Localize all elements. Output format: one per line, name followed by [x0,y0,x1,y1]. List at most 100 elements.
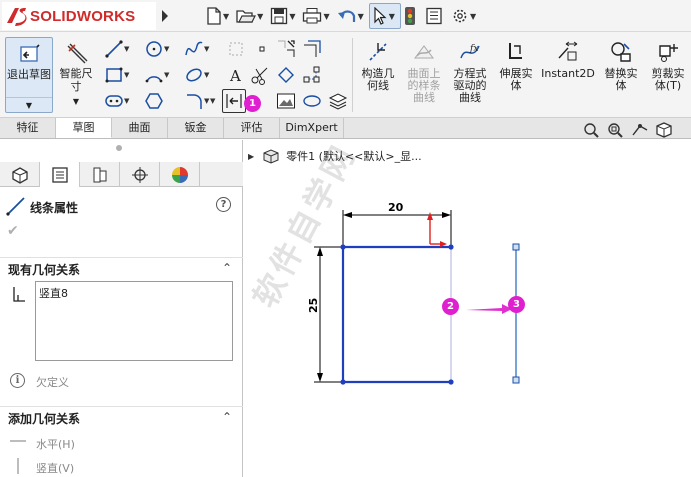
print-button[interactable]: ▼ [300,3,334,29]
tab-dimxpert-manager[interactable] [120,162,160,187]
display-delete-relations-tool[interactable] [222,89,246,113]
chevron-down-icon[interactable]: ▼ [204,71,209,79]
add-relations-header[interactable]: 添加几何关系 ⌃ [0,406,243,428]
add-relation-horizontal[interactable]: 水平(H) [36,436,75,452]
ellipse-tool[interactable] [184,65,204,85]
equation-curve-button[interactable]: fx 方程式 驱动的 曲线 [448,38,492,112]
surface-spline-button[interactable]: 曲面上 的样条 曲线 [402,38,446,112]
tab-features[interactable]: 特征 [0,118,56,138]
undo-button[interactable]: ▼ [335,3,369,29]
sketch-point[interactable] [340,379,346,385]
smart-dimension-label: 智能尺寸 [59,67,93,93]
help-icon[interactable]: ? [216,197,231,212]
sketch-rectangle[interactable] [340,244,454,385]
chevron-down-icon[interactable]: ▼ [164,71,169,79]
new-document-button[interactable]: ▼ [204,3,234,29]
select-button[interactable]: ▼ [368,3,401,29]
chevron-down-icon: ▼ [72,97,80,106]
offset-tool[interactable] [302,39,322,59]
exit-sketch-button[interactable]: 退出草图 ▼ [5,37,53,113]
panel-resize-handle[interactable] [116,145,122,151]
zoom-to-fit-icon[interactable] [582,122,602,138]
chevron-down-icon[interactable]: ▼ [204,45,209,53]
zoom-to-area-icon[interactable] [606,122,626,138]
shaded-sketch-contours-tool[interactable] [302,91,322,111]
ok-check-icon[interactable]: ✔ [7,223,19,239]
sketch-point[interactable] [448,244,454,250]
equation-curve-icon: fx [460,44,480,59]
graphics-area[interactable]: ▶ 零件1 (默认<<默认>_显... 软件自学网 20 25 2 3 [244,140,691,477]
dotted-box-tool[interactable] [226,39,246,59]
existing-relations-header[interactable]: 现有几何关系 ⌃ [0,257,243,279]
save-button[interactable]: ▼ [268,3,300,29]
endpoint-handle[interactable] [512,376,520,384]
open-button[interactable]: ▼ [234,3,268,29]
trim-tool[interactable] [250,65,270,85]
add-relation-vertical[interactable]: 竖直(V) [36,460,74,476]
circle-tool[interactable] [144,39,164,59]
tab-feature-manager[interactable] [0,162,40,187]
status-text: 欠定义 [36,376,69,389]
polygon-tool[interactable] [144,91,164,111]
instant2d-button[interactable]: Instant2D [540,38,596,112]
rectangle-tool[interactable] [104,65,124,85]
chevron-down-icon[interactable]: ▼ [124,71,129,79]
sketch-point[interactable] [448,379,454,385]
dimension-value-horizontal[interactable]: 20 [388,201,404,214]
endpoint-handle[interactable] [512,243,520,251]
stretch-entities-button[interactable]: 伸展实 体 [494,38,538,112]
spline-tool[interactable] [184,39,204,59]
tab-sketch[interactable]: 草图 [56,118,112,138]
sketch-picture-tool[interactable] [276,91,296,111]
chevron-down-icon[interactable]: ▼ [6,97,52,110]
info-icon: i [10,373,25,388]
fillet-tool[interactable] [184,91,204,111]
options-button[interactable]: ▼ [449,3,481,29]
tab-dimxpert[interactable]: DimXpert [280,118,344,138]
solidworks-logo[interactable]: SOLIDWORKS [2,2,156,30]
dimension-vertical[interactable]: 25 [307,246,343,383]
trim-body-button[interactable]: 剪裁实 体(T) [646,38,690,112]
tab-surfaces[interactable]: 曲面 [112,118,168,138]
tab-configuration-manager[interactable] [80,162,120,187]
section-view-icon[interactable] [630,122,650,138]
chevron-down-icon[interactable]: ▼ [210,97,215,105]
blocks-tool[interactable] [328,91,348,111]
chevron-down-icon: ▼ [469,11,477,21]
selected-vertical-line[interactable] [512,243,520,384]
list-item[interactable]: 竖直8 [39,285,68,301]
tab-evaluate[interactable]: 评估 [224,118,280,138]
line-tool[interactable] [104,39,124,59]
linear-pattern-tool[interactable] [302,65,322,85]
arrowhead [317,373,323,382]
trim-scissors-icon [251,67,268,85]
arc-tool[interactable] [144,65,164,85]
expand-menu-arrow[interactable] [158,4,172,28]
chevron-down-icon: ▼ [323,11,330,21]
dimension-value-vertical[interactable]: 25 [307,298,320,313]
slot-tool[interactable] [104,91,124,111]
offset-icon [304,40,321,57]
convert-entities-tool[interactable] [276,65,296,85]
point-tool[interactable] [252,39,272,59]
rebuild-button[interactable] [401,3,419,29]
chevron-down-icon[interactable]: ▼ [124,45,129,53]
trim-body-label: 剪裁实 体(T) [651,67,685,92]
mirror-entities-tool[interactable] [276,39,296,59]
tab-display-manager[interactable] [160,162,200,187]
smart-dimension-button[interactable]: 智能尺寸 ▼ [55,37,97,113]
tab-sheet-metal[interactable]: 钣金 [168,118,224,138]
view-orientation-icon[interactable] [654,122,674,138]
text-tool[interactable]: A [226,65,246,85]
sketch-point[interactable] [340,244,346,250]
tab-property-manager[interactable] [40,162,80,187]
construction-geometry-button[interactable]: 构造几 何线 [356,38,400,112]
replace-entity-button[interactable]: 替换实 体 [598,38,644,112]
chevron-down-icon[interactable]: ▼ [204,97,209,105]
chevron-down-icon[interactable]: ▼ [124,97,129,105]
existing-relations-list[interactable]: 竖直8 [35,281,233,361]
dimension-horizontal[interactable]: 20 [342,201,452,247]
chevron-down-icon[interactable]: ▼ [164,45,169,53]
file-properties-button[interactable] [423,3,445,29]
manager-tabs [0,162,243,187]
